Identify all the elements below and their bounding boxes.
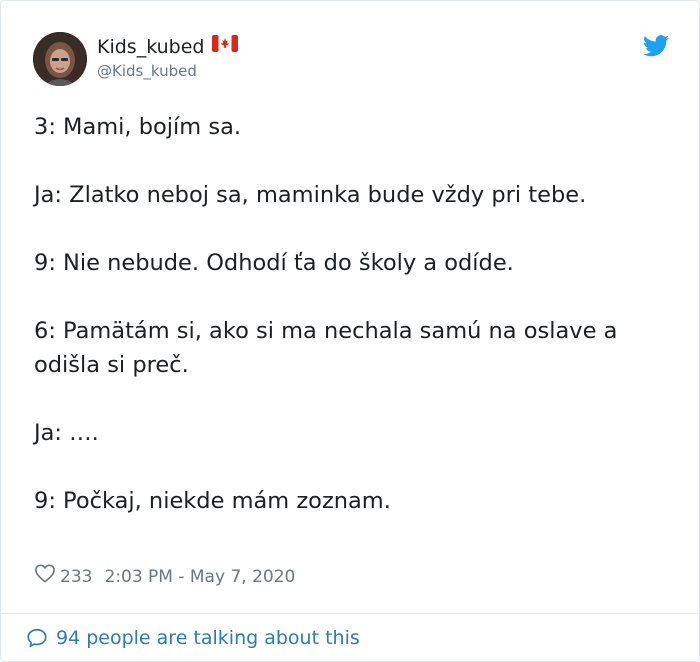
tweet-line: 3: Mami, bojím sa. — [34, 114, 242, 140]
tweet-meta: 233 2:03 PM - May 7, 2020 — [34, 563, 295, 590]
tweet-line: Ja: Zlatko neboj sa, maminka bude vždy p… — [34, 182, 587, 208]
like-count[interactable]: 233 — [60, 565, 92, 589]
author-name[interactable]: Kids_kubed — [97, 34, 239, 59]
conversation-label[interactable]: 94 people are talking about this — [56, 625, 360, 651]
heart-icon[interactable] — [34, 563, 56, 590]
tweet-line: 6: Pamätám si, ako si ma nechala samú na… — [34, 318, 618, 378]
tweet-text: 3: Mami, bojím sa. Ja: Zlatko neboj sa, … — [34, 110, 674, 552]
tweet-line: 9: Počkaj, niekde mám zoznam. — [34, 488, 391, 514]
author-display-name[interactable]: Kids_kubed — [97, 36, 204, 58]
author-handle[interactable]: @Kids_kubed — [97, 61, 197, 81]
tweet-card: Kids_kubed @Kids_kubed 3: Mami, bojím sa… — [0, 0, 700, 662]
avatar[interactable] — [33, 32, 87, 86]
canada-flag-icon — [212, 34, 239, 58]
tweet-line: 9: Nie nebude. Odhodí ťa do školy a odíd… — [34, 250, 514, 276]
tweet-timestamp[interactable]: 2:03 PM - May 7, 2020 — [104, 565, 295, 589]
divider — [1, 613, 700, 614]
conversation-link[interactable]: 94 people are talking about this — [26, 625, 360, 651]
tweet-line: Ja: …. — [34, 420, 99, 446]
speech-bubble-icon — [27, 628, 47, 648]
twitter-bird-icon[interactable] — [643, 35, 669, 57]
